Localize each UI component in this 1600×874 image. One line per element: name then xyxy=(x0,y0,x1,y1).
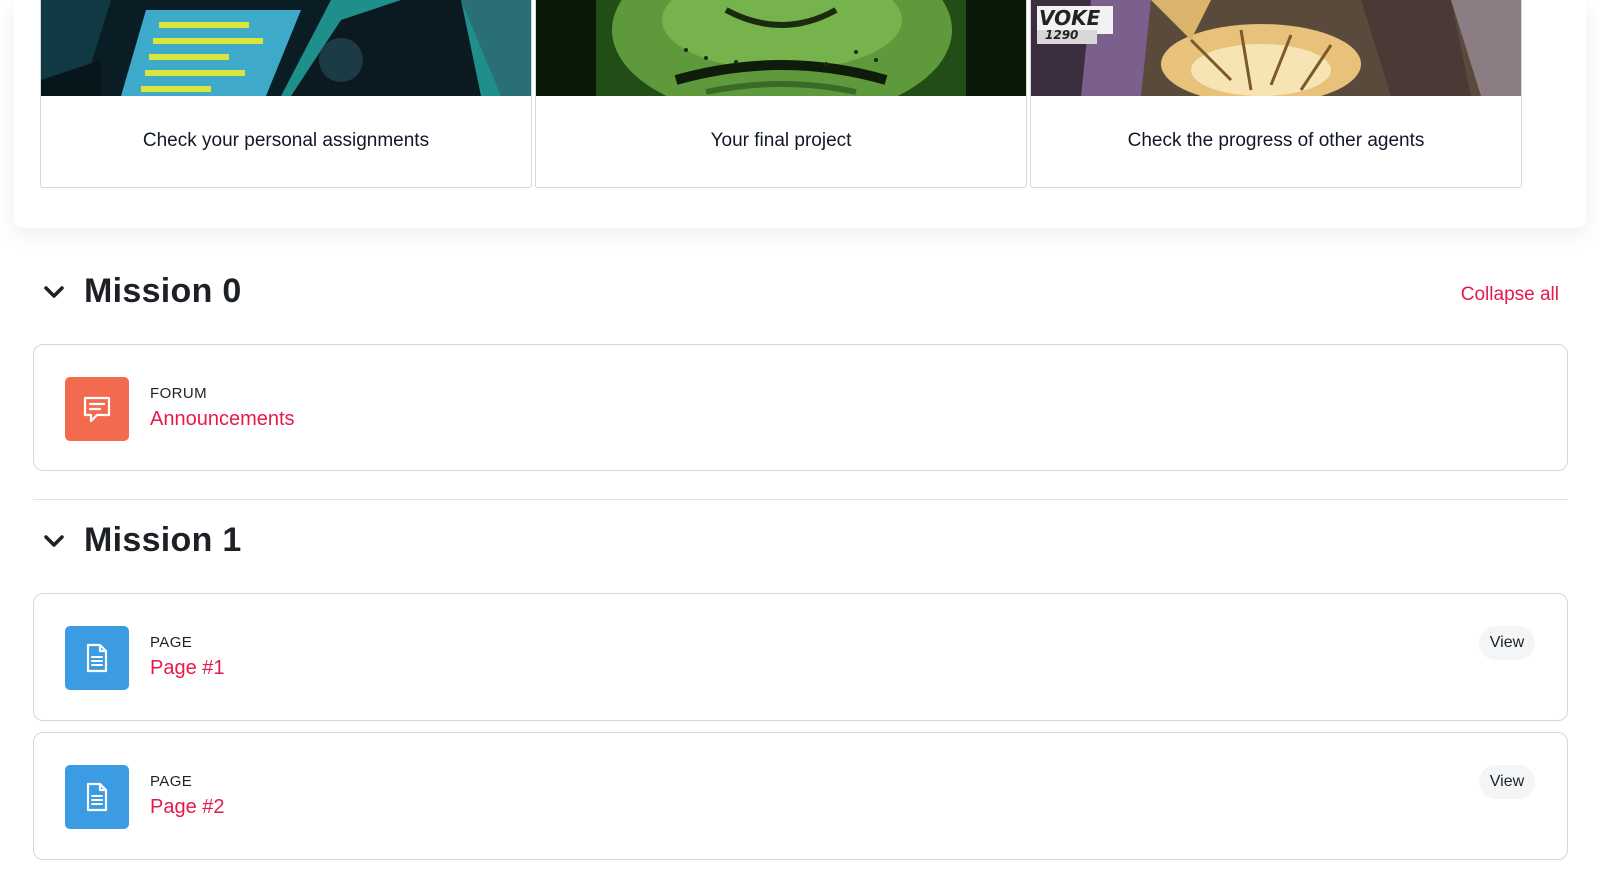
chevron-down-icon[interactable] xyxy=(40,527,68,555)
activity-link[interactable]: Page #1 xyxy=(150,657,225,680)
activity-link[interactable]: Page #2 xyxy=(150,796,225,819)
view-button[interactable]: View xyxy=(1479,626,1535,660)
chevron-down-icon[interactable] xyxy=(40,278,68,306)
activity-page-2[interactable]: PAGE Page #2 View xyxy=(33,732,1568,860)
card-label: Your final project xyxy=(710,130,852,151)
final-project-card[interactable]: Your final project xyxy=(535,0,1027,188)
section-header-mission-1: Mission 1 xyxy=(40,521,242,560)
section-title: Mission 0 xyxy=(84,272,242,310)
activity-page-1[interactable]: PAGE Page #1 View xyxy=(33,593,1568,721)
card-art-subtext: 1290 xyxy=(1045,28,1079,42)
agents-progress-card[interactable]: VOKE 1290 Check the progress of other ag… xyxy=(1030,0,1522,188)
personal-assignments-card[interactable]: Check your personal assignments xyxy=(40,0,532,188)
card-label: Check the progress of other agents xyxy=(1127,130,1425,151)
activity-type: PAGE xyxy=(150,773,193,790)
activity-type: PAGE xyxy=(150,634,193,651)
comic-explosion-illustration: VOKE 1290 xyxy=(1031,0,1521,96)
page-icon xyxy=(65,765,129,829)
comic-laptop-illustration xyxy=(41,0,531,96)
activity-link[interactable]: Announcements xyxy=(150,408,295,431)
section-title: Mission 1 xyxy=(84,521,242,559)
activity-type: FORUM xyxy=(150,385,207,402)
view-button[interactable]: View xyxy=(1479,765,1535,799)
page-icon xyxy=(65,626,129,690)
card-label: Check your personal assignments xyxy=(142,130,430,151)
activity-forum-announcements[interactable]: FORUM Announcements xyxy=(33,344,1568,471)
collapse-all-link[interactable]: Collapse all xyxy=(1461,284,1559,306)
comic-green-face-illustration xyxy=(536,0,1026,96)
section-header-mission-0: Mission 0 xyxy=(40,272,242,311)
card-art-text: VOKE xyxy=(1039,6,1101,30)
course-cards-panel: Check your personal assignments Your fin… xyxy=(14,0,1586,228)
section-divider xyxy=(33,499,1568,500)
forum-icon xyxy=(65,377,129,441)
